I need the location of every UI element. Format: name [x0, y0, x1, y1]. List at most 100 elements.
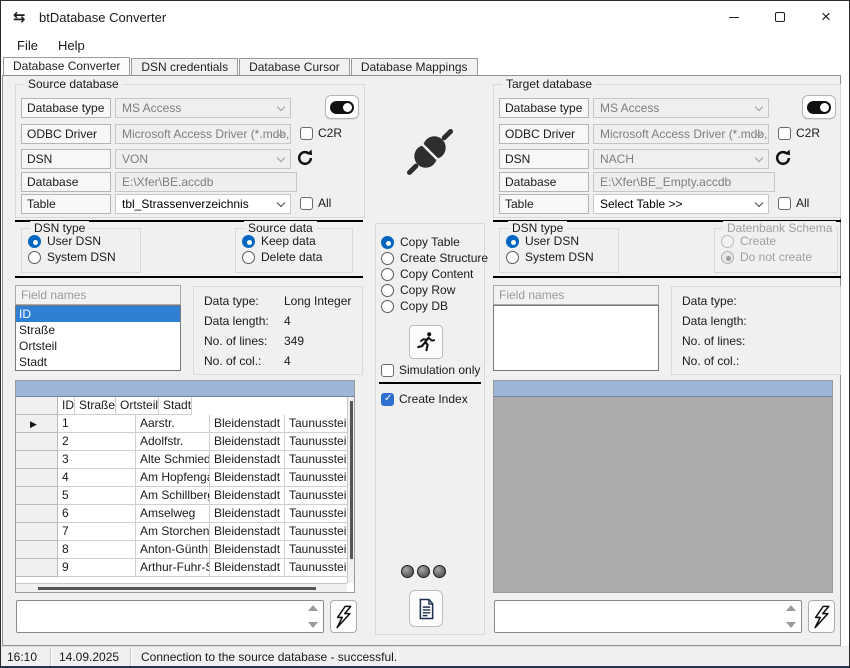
cell-stadt[interactable]: Taunusstein	[285, 523, 349, 541]
copy-mode-radio[interactable]: Copy Content	[381, 266, 488, 282]
cell-strasse[interactable]: Am Schillberg	[136, 487, 210, 505]
row-selector-cell[interactable]	[16, 415, 58, 433]
row-selector-cell[interactable]	[16, 541, 58, 559]
cell-ortsteil[interactable]: Bleidenstadt	[210, 559, 285, 577]
simulation-only-checkbox[interactable]: Simulation only	[381, 363, 480, 377]
target-table-combo[interactable]: Select Table >>	[593, 194, 769, 214]
source-log-textbox[interactable]	[16, 600, 324, 633]
field-name-item[interactable]: Stadt	[16, 354, 180, 370]
cell-ortsteil[interactable]: Bleidenstadt	[210, 505, 285, 523]
dsn-type-radio[interactable]: System DSN	[506, 249, 618, 265]
row-selector-cell[interactable]	[16, 433, 58, 451]
grid-column-header[interactable]: Stadt	[159, 397, 192, 415]
cell-id[interactable]: 4	[58, 469, 136, 487]
target-field-names-list[interactable]	[493, 305, 659, 371]
row-selector-cell[interactable]	[16, 505, 58, 523]
create-index-checkbox[interactable]: Create Index	[381, 392, 468, 406]
grid-row[interactable]: 2 Adolfstr. Bleidenstadt Taunusstein	[16, 433, 354, 451]
cell-stadt[interactable]: Taunusstein	[285, 433, 349, 451]
report-button[interactable]	[409, 590, 443, 627]
row-selector-cell[interactable]	[16, 523, 58, 541]
scroll-up-icon[interactable]	[308, 605, 318, 611]
dsn-type-radio[interactable]: System DSN	[28, 249, 140, 265]
grid-row[interactable]: 7 Am Storchen Bleidenstadt Taunusstein	[16, 523, 354, 541]
field-name-item[interactable]: Straße	[16, 322, 180, 338]
cell-id[interactable]: 1	[58, 415, 136, 433]
tab[interactable]: Database Cursor	[239, 58, 350, 75]
cell-strasse[interactable]: Amselweg	[136, 505, 210, 523]
source-data-radio[interactable]: Delete data	[242, 249, 352, 265]
grid-vertical-scrollbar[interactable]	[347, 397, 354, 583]
source-c2r-checkbox[interactable]: C2R	[300, 126, 342, 140]
menu-item[interactable]: File	[7, 36, 48, 55]
minimize-button[interactable]	[711, 1, 757, 33]
source-data-grid[interactable]: IDStraßeOrtsteilStadt 1 Aarstr. Bleidens…	[15, 380, 355, 593]
dsn-type-radio[interactable]: User DSN	[506, 233, 618, 249]
cell-id[interactable]: 6	[58, 505, 136, 523]
cell-strasse[interactable]: Aarstr.	[136, 415, 210, 433]
cell-strasse[interactable]: Anton-Günth	[136, 541, 210, 559]
source-data-radio[interactable]: Keep data	[242, 233, 352, 249]
source-field-names-list[interactable]: IDStraßeOrtsteilStadt	[15, 305, 181, 371]
cell-id[interactable]: 8	[58, 541, 136, 559]
copy-mode-radio[interactable]: Copy Table	[381, 234, 488, 250]
tab[interactable]: Database Mappings	[351, 58, 478, 75]
cell-stadt[interactable]: Taunusstein	[285, 415, 349, 433]
row-selector-cell[interactable]	[16, 487, 58, 505]
grid-row[interactable]: 3 Alte Schmied Bleidenstadt Taunusstein	[16, 451, 354, 469]
target-connection-toggle[interactable]	[802, 95, 836, 119]
source-table-combo[interactable]: tbl_Strassenverzeichnis	[115, 194, 291, 214]
cell-stadt[interactable]: Taunusstein	[285, 541, 349, 559]
cell-ortsteil[interactable]: Bleidenstadt	[210, 415, 285, 433]
cell-id[interactable]: 3	[58, 451, 136, 469]
cell-ortsteil[interactable]: Bleidenstadt	[210, 523, 285, 541]
copy-mode-radio[interactable]: Copy Row	[381, 282, 488, 298]
cell-stadt[interactable]: Taunusstein	[285, 559, 349, 577]
target-data-grid[interactable]	[493, 380, 833, 593]
menu-item[interactable]: Help	[48, 36, 95, 55]
scroll-down-icon[interactable]	[308, 622, 318, 628]
grid-column-header[interactable]: Ortsteil	[116, 397, 159, 415]
scroll-up-icon[interactable]	[786, 605, 796, 611]
cell-ortsteil[interactable]: Bleidenstadt	[210, 469, 285, 487]
grid-column-header[interactable]: ID	[58, 397, 75, 415]
scrollbar-thumb[interactable]	[350, 401, 353, 559]
cell-strasse[interactable]: Adolfstr.	[136, 433, 210, 451]
cell-ortsteil[interactable]: Bleidenstadt	[210, 451, 285, 469]
cell-id[interactable]: 2	[58, 433, 136, 451]
tab[interactable]: Database Converter	[3, 57, 130, 75]
cell-stadt[interactable]: Taunusstein	[285, 451, 349, 469]
run-button[interactable]	[409, 325, 443, 359]
cell-stadt[interactable]: Taunusstein	[285, 487, 349, 505]
scroll-down-icon[interactable]	[786, 622, 796, 628]
cell-ortsteil[interactable]: Bleidenstadt	[210, 541, 285, 559]
grid-row[interactable]: 8 Anton-Günth Bleidenstadt Taunusstein	[16, 541, 354, 559]
source-refresh-button[interactable]	[296, 149, 314, 167]
source-connection-toggle[interactable]	[325, 95, 359, 119]
row-selector-cell[interactable]	[16, 451, 58, 469]
cell-ortsteil[interactable]: Bleidenstadt	[210, 487, 285, 505]
cell-ortsteil[interactable]: Bleidenstadt	[210, 433, 285, 451]
target-execute-button[interactable]	[808, 600, 835, 633]
tab[interactable]: DSN credentials	[131, 58, 238, 75]
target-c2r-checkbox[interactable]: C2R	[778, 126, 820, 140]
grid-horizontal-scrollbar[interactable]	[16, 583, 347, 592]
cell-strasse[interactable]: Am Hopfenga	[136, 469, 210, 487]
cell-strasse[interactable]: Arthur-Fuhr-S	[136, 559, 210, 577]
source-all-checkbox[interactable]: All	[300, 196, 331, 210]
maximize-button[interactable]	[757, 1, 803, 33]
source-execute-button[interactable]	[330, 600, 357, 633]
field-name-item[interactable]: ID	[16, 306, 180, 322]
scrollbar-thumb[interactable]	[38, 587, 316, 590]
grid-row[interactable]: 1 Aarstr. Bleidenstadt Taunusstein	[16, 415, 354, 433]
grid-row[interactable]: 9 Arthur-Fuhr-S Bleidenstadt Taunusstein	[16, 559, 354, 577]
grid-row[interactable]: 5 Am Schillberg Bleidenstadt Taunusstein	[16, 487, 354, 505]
cell-stadt[interactable]: Taunusstein	[285, 505, 349, 523]
cell-strasse[interactable]: Alte Schmied	[136, 451, 210, 469]
cell-strasse[interactable]: Am Storchen	[136, 523, 210, 541]
cell-stadt[interactable]: Taunusstein	[285, 469, 349, 487]
field-name-item[interactable]: Ortsteil	[16, 338, 180, 354]
cell-id[interactable]: 9	[58, 559, 136, 577]
grid-row[interactable]: 6 Amselweg Bleidenstadt Taunusstein	[16, 505, 354, 523]
cell-id[interactable]: 7	[58, 523, 136, 541]
